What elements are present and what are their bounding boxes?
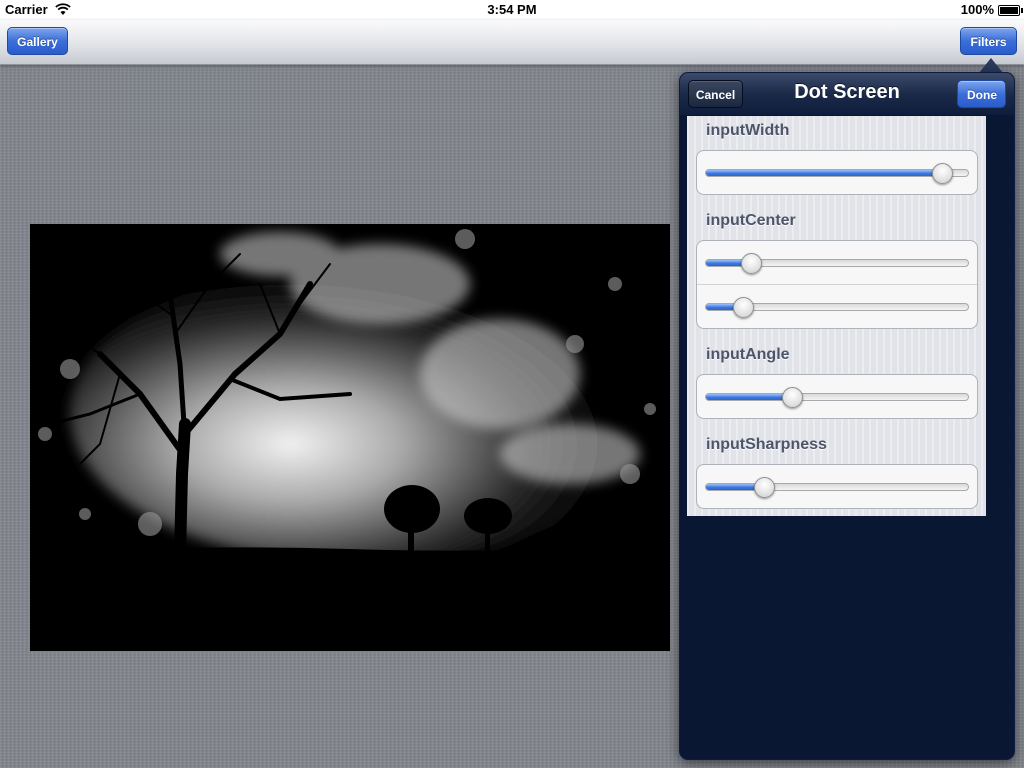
slider-fill bbox=[706, 394, 793, 400]
input-center-y-slider[interactable] bbox=[697, 284, 977, 328]
slider-track[interactable] bbox=[705, 253, 969, 274]
filtered-photo bbox=[30, 224, 670, 651]
filter-popover: Cancel Dot Screen Done inputWidth inputC… bbox=[679, 72, 1015, 760]
slider-thumb[interactable] bbox=[740, 253, 762, 274]
input-angle-label: inputAngle bbox=[706, 346, 790, 363]
photo-image bbox=[30, 224, 670, 651]
filters-button[interactable]: Filters bbox=[960, 27, 1017, 55]
popover-arrow bbox=[979, 58, 1003, 73]
input-sharpness-group bbox=[696, 464, 978, 509]
slider-thumb[interactable] bbox=[931, 163, 953, 184]
input-angle-group bbox=[696, 374, 978, 419]
clock: 3:54 PM bbox=[487, 2, 537, 17]
slider-track[interactable] bbox=[705, 387, 969, 408]
slider-thumb[interactable] bbox=[732, 297, 754, 318]
navigation-bar: Gallery Filters bbox=[0, 20, 1024, 65]
battery-percent: 100% bbox=[960, 2, 994, 17]
filter-settings-panel: inputWidth inputCenter inputAngle inputS… bbox=[687, 116, 986, 516]
input-width-group bbox=[696, 150, 978, 195]
input-angle-slider[interactable] bbox=[697, 375, 977, 418]
gallery-button[interactable]: Gallery bbox=[7, 27, 68, 55]
slider-track[interactable] bbox=[705, 163, 969, 184]
input-center-group bbox=[696, 240, 978, 329]
popover-header: Cancel Dot Screen Done bbox=[680, 73, 1014, 115]
status-bar: Carrier 3:54 PM 100% bbox=[0, 0, 1024, 20]
input-width-slider[interactable] bbox=[697, 151, 977, 194]
input-center-x-slider[interactable] bbox=[697, 241, 977, 284]
slider-track[interactable] bbox=[705, 477, 969, 498]
slider-fill bbox=[706, 170, 942, 176]
input-sharpness-label: inputSharpness bbox=[706, 436, 827, 453]
slider-thumb[interactable] bbox=[782, 387, 804, 408]
input-width-label: inputWidth bbox=[706, 122, 790, 139]
done-button[interactable]: Done bbox=[957, 80, 1006, 108]
input-sharpness-slider[interactable] bbox=[697, 465, 977, 508]
slider-thumb[interactable] bbox=[753, 477, 775, 498]
input-center-label: inputCenter bbox=[706, 212, 796, 229]
slider-track[interactable] bbox=[705, 297, 969, 318]
battery-icon bbox=[998, 5, 1023, 16]
